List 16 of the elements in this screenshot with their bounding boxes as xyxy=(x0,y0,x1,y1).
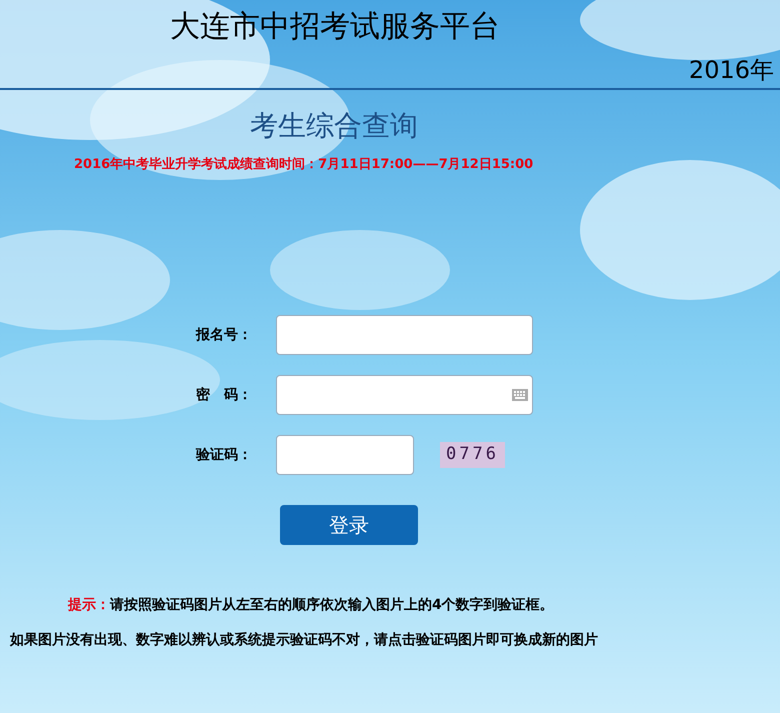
year-label: 2016年 xyxy=(688,58,774,82)
login-button[interactable]: 登录 xyxy=(280,505,418,545)
field-label: 密 码： xyxy=(196,386,253,404)
captcha-field[interactable] xyxy=(276,435,414,475)
registration-number-field[interactable] xyxy=(276,315,533,355)
site-title: 大连市中招考试服务平台 xyxy=(170,12,500,42)
captcha-image[interactable]: 0776 xyxy=(440,442,505,468)
tip-text: 请按照验证码图片从左至右的顺序依次输入图片上的4个数字到验证框。 xyxy=(110,596,554,615)
tip-label: 提示： xyxy=(68,596,110,615)
notice-text: 2016年中考毕业升学考试成绩查询时间：7月11日17:00——7月12日15:00 xyxy=(74,158,534,171)
page-title: 考生综合查询 xyxy=(250,112,419,140)
field-label: 报名号： xyxy=(196,326,253,344)
field-label: 验证码： xyxy=(196,446,253,464)
password-field[interactable] xyxy=(276,375,533,415)
keyboard-icon[interactable] xyxy=(512,389,528,401)
help-text: 如果图片没有出现、数字难以辨认或系统提示验证码不对，请点击验证码图片即可换成新的图片 xyxy=(10,630,599,650)
